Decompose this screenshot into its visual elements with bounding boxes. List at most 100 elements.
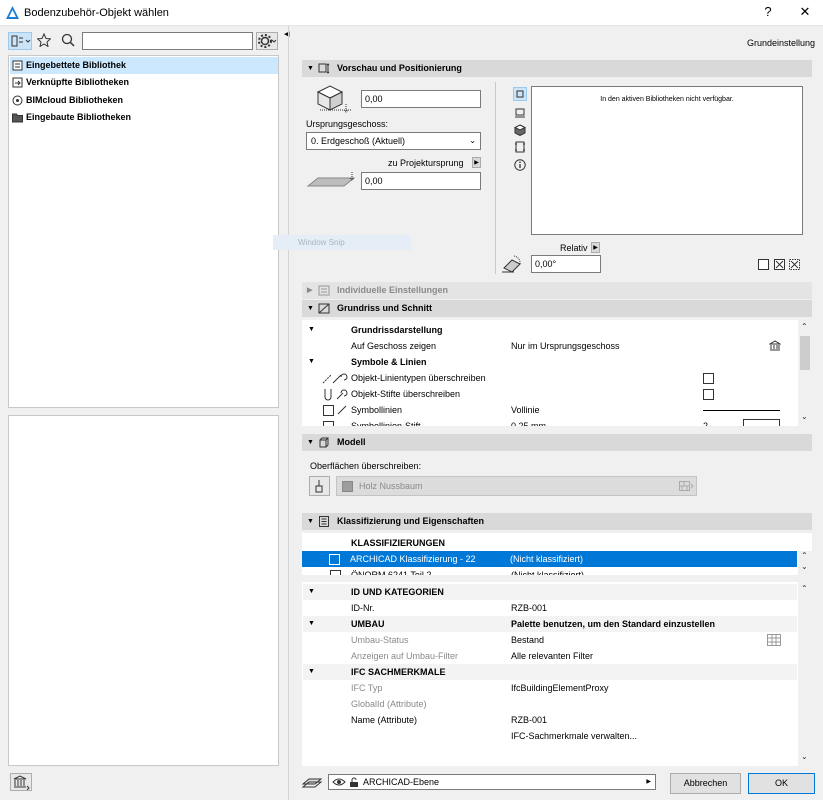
view-2d-button[interactable]: [513, 87, 527, 101]
view-section-icon[interactable]: [514, 107, 526, 119]
settings-gear-icon[interactable]: [256, 32, 278, 50]
row-ifc-type[interactable]: IFC Typ IfcBuildingElementProxy: [303, 680, 797, 696]
group-renovation[interactable]: ▼ UMBAU Palette benutzen, um den Standard…: [303, 616, 797, 632]
info-icon[interactable]: [514, 159, 526, 171]
offset-plane-icon: [306, 170, 356, 190]
preview-divider: [495, 82, 496, 274]
layer-select[interactable]: ARCHICAD-Ebene ▶: [328, 774, 656, 790]
window-title: Bodenzubehör-Objekt wählen: [24, 7, 169, 19]
line-icon: [337, 405, 347, 415]
eye-icon: [332, 777, 346, 787]
classification-icon: [318, 516, 330, 527]
pen-icon: [321, 387, 349, 401]
row-override-linetypes[interactable]: Objekt-Linientypen überschreiben: [303, 370, 797, 386]
classification-checkbox[interactable]: [329, 554, 340, 565]
surface-override-toggle[interactable]: [309, 476, 330, 496]
favorites-star-icon[interactable]: [37, 33, 51, 47]
row-override-pens[interactable]: Objekt-Stifte überschreiben: [303, 386, 797, 402]
window-snip-ghost: Window Snip: [273, 235, 411, 250]
solid-line-sample: [703, 410, 780, 411]
story-icon: [769, 340, 781, 351]
section-individual-header[interactable]: ▶ Individuelle Einstellungen: [302, 282, 812, 299]
expand-arrow-icon: ▼: [307, 65, 314, 72]
tree-item-linked-libraries[interactable]: Verknüpfte Bibliotheken: [10, 74, 278, 91]
unlock-icon: [349, 777, 359, 788]
to-project-origin-label: zu Projektursprung: [388, 158, 464, 168]
collapsed-arrow-icon: ▶: [307, 287, 313, 294]
group-id-categories[interactable]: ▼ ID UND KATEGORIEN: [303, 584, 797, 600]
search-icon[interactable]: [61, 33, 75, 47]
search-input[interactable]: [82, 32, 253, 50]
panel-splitter[interactable]: [288, 26, 289, 800]
origin-story-select[interactable]: 0. Erdgeschoß (Aktuell) ⌄: [306, 132, 481, 150]
model-cube-icon: [318, 437, 330, 448]
library-manager-button[interactable]: [10, 773, 32, 791]
row-symbol-lines[interactable]: Symbollinien Vollinie: [303, 402, 797, 418]
preview-message: In den aktiven Bibliotheken nicht verfüg…: [600, 96, 734, 103]
origin-story-label: Ursprungsgeschoss:: [306, 119, 389, 129]
override-linetypes-checkbox[interactable]: [703, 373, 714, 384]
classification-scrollbar[interactable]: ⌃ ⌄: [798, 551, 812, 575]
section-preview-header[interactable]: ▼ Grundriss und Schnitt Vorschau und Pos…: [302, 60, 812, 77]
row-show-on-story[interactable]: Auf Geschoss zeigen Nur im Ursprungsgesc…: [303, 338, 797, 354]
individual-settings-icon: [318, 285, 330, 296]
classifications-header: KLASSIFIZIERUNGEN: [351, 538, 446, 548]
tree-item-embedded-library[interactable]: Eingebettete Bibliothek: [10, 57, 278, 74]
classification-row-onorm[interactable]: ÖNORM 6241 Teil 2 (Nicht klassifiziert): [303, 567, 797, 575]
floorplan-scrollbar[interactable]: ⌃ ⌄: [798, 320, 812, 426]
elevation-input[interactable]: [361, 90, 481, 108]
group-floorplan-display[interactable]: ▼ Grundrissdarstellung: [303, 322, 797, 338]
view-list-icon[interactable]: [514, 141, 526, 153]
properties-scrollbar[interactable]: ⌃ ⌄: [798, 582, 812, 766]
mirror-x-icon[interactable]: [774, 259, 785, 270]
object-list-panel: [8, 415, 279, 766]
row-symbol-pen[interactable]: Symbollinien-Stift 0,25 mm 2: [303, 418, 797, 426]
layer-arrow-icon: ▶: [646, 779, 651, 785]
surface-swatch: [342, 481, 353, 492]
settings-header-label: Grundeinstellung: [746, 38, 815, 48]
renovation-grid-icon: [767, 634, 781, 646]
row-name-attribute[interactable]: Name (Attribute) RZB-001: [303, 712, 797, 728]
override-surfaces-label: Oberflächen überschreiben:: [310, 461, 422, 471]
manage-ifc-properties-link[interactable]: IFC-Sachmerkmale verwalten...: [303, 728, 797, 744]
angle-input[interactable]: [531, 255, 601, 273]
chevron-down-icon: ⌄: [469, 136, 476, 145]
expand-arrow-icon: ▼: [307, 518, 314, 525]
override-pens-checkbox[interactable]: [703, 389, 714, 400]
group-ifc-properties[interactable]: ▼ IFC SACHMERKMALE: [303, 664, 797, 680]
book-icon: [12, 60, 23, 71]
help-button[interactable]: ?: [758, 4, 778, 19]
relative-arrow-button[interactable]: ▶: [591, 242, 600, 253]
surface-select[interactable]: Holz Nussbaum: [336, 476, 697, 496]
symbol-lines-checkbox[interactable]: [323, 405, 334, 416]
row-id[interactable]: ID-Nr. RZB-001: [303, 600, 797, 616]
classification-row-archicad[interactable]: ARCHICAD Klassifizierung - 22 (Nicht kla…: [302, 551, 797, 567]
arrow-right-button[interactable]: ▶: [472, 157, 481, 168]
row-globalid[interactable]: GlobalId (Attribute): [303, 696, 797, 712]
view-3d-cube-icon[interactable]: [514, 124, 526, 136]
section-floorplan-header[interactable]: ▼ Grundriss und Schnitt: [302, 300, 812, 317]
layer-icon: [301, 774, 323, 790]
row-renovation-filter[interactable]: Anzeigen auf Umbau-Filter Alle relevante…: [303, 648, 797, 664]
title-bar: Bodenzubehör-Objekt wählen ? ✕: [0, 0, 823, 26]
rotation-angle-icon: [500, 252, 524, 274]
group-symbols-lines[interactable]: ▼ Symbole & Linien: [303, 354, 797, 370]
expand-arrow-icon: ▼: [307, 439, 314, 446]
ok-button[interactable]: OK: [748, 773, 815, 794]
tree-item-bimcloud-libraries[interactable]: BIMcloud Bibliotheken: [10, 92, 278, 109]
relative-label: Relativ: [560, 243, 588, 253]
linked-library-icon: [12, 77, 23, 88]
linetype-icon: [321, 371, 349, 385]
mirror-none-checkbox[interactable]: [758, 259, 769, 270]
section-model-header[interactable]: ▼ Modell: [302, 434, 812, 451]
row-renovation-status[interactable]: Umbau-Status Bestand: [303, 632, 797, 648]
cancel-button[interactable]: Abbrechen: [670, 773, 741, 794]
close-button[interactable]: ✕: [795, 4, 815, 20]
library-toggle-button[interactable]: [8, 32, 32, 50]
tree-item-builtin-libraries[interactable]: Eingebaute Bibliotheken: [10, 109, 278, 126]
offset-input[interactable]: [361, 172, 481, 190]
section-classification-header[interactable]: ▼ Klassifizierung und Eigenschaften: [302, 513, 812, 530]
mirror-y-icon[interactable]: [789, 259, 800, 270]
expand-arrow-icon: ▼: [307, 305, 314, 312]
app-icon: [6, 6, 19, 19]
